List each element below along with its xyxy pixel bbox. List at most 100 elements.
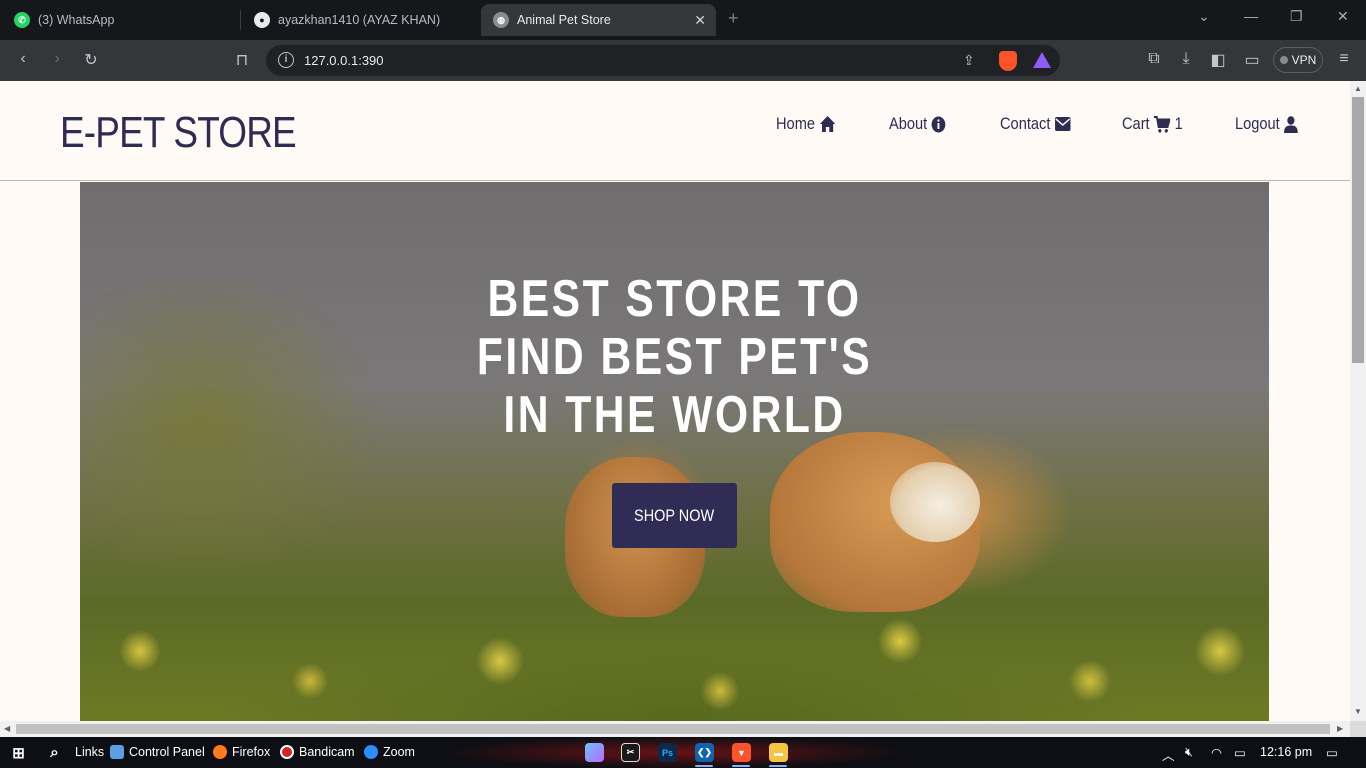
- file-explorer-icon[interactable]: ▬: [769, 743, 788, 762]
- forward-icon[interactable]: ›: [46, 50, 68, 68]
- windows-start-icon[interactable]: ⊞: [9, 743, 28, 762]
- cart-count-badge: 1: [1174, 114, 1183, 133]
- browser-toolbar: ‹ › ↻ ⊓ i 127.0.0.1:390 ⇪ ⧉ ⤓ ◧ ▭ VPN ≡: [0, 40, 1366, 81]
- globe-icon: ◍: [493, 12, 509, 28]
- volume-muted-icon[interactable]: 🔇︎: [1185, 745, 1193, 760]
- taskbar-bandicam[interactable]: Bandicam: [280, 745, 355, 759]
- hero-image-flowers: [80, 531, 1269, 721]
- tab-title: (3) WhatsApp: [38, 13, 115, 27]
- hero-image-dog-face: [890, 462, 980, 542]
- wallet-icon[interactable]: ▭: [1241, 50, 1263, 70]
- nav-contact[interactable]: Contact: [1000, 114, 1071, 134]
- download-icon[interactable]: ⤓: [1175, 50, 1197, 68]
- whatsapp-icon: ✆: [14, 12, 30, 28]
- new-tab-button[interactable]: +: [728, 8, 739, 29]
- tab-github[interactable]: ● ayazkhan1410 (AYAZ KHAN): [242, 4, 478, 36]
- tab-title: ayazkhan1410 (AYAZ KHAN): [278, 13, 441, 27]
- horizontal-scroll-thumb[interactable]: [16, 724, 1330, 734]
- brave-rewards-icon[interactable]: [1033, 52, 1051, 68]
- nav-about[interactable]: About: [889, 114, 946, 134]
- minimize-icon[interactable]: —: [1244, 8, 1258, 24]
- tab-divider: [240, 10, 241, 30]
- vpn-button[interactable]: VPN: [1273, 47, 1323, 73]
- taskbar-control-panel-label: Control Panel: [129, 745, 205, 759]
- taskbar-firefox[interactable]: Firefox: [213, 745, 270, 759]
- horizontal-scrollbar[interactable]: ◀ ▶: [0, 721, 1350, 737]
- hero-title-line: BEST STORE TO: [487, 270, 862, 328]
- home-icon: [820, 116, 836, 132]
- notifications-icon[interactable]: ▭: [1326, 745, 1338, 760]
- nav-home[interactable]: Home: [776, 114, 837, 134]
- search-icon[interactable]: ⌕: [45, 743, 64, 762]
- show-hidden-icons-chevron-icon[interactable]: ︿: [1162, 745, 1175, 764]
- url-text[interactable]: 127.0.0.1:390: [304, 53, 384, 68]
- back-icon[interactable]: ‹: [12, 50, 34, 68]
- copilot-icon[interactable]: [585, 743, 604, 762]
- taskbar-zoom-label: Zoom: [383, 745, 415, 759]
- scrollbar-corner: [1350, 721, 1366, 737]
- vpn-label: VPN: [1291, 53, 1317, 67]
- sidebar-icon[interactable]: ◧: [1207, 50, 1229, 70]
- cart-icon: [1153, 115, 1171, 133]
- scroll-up-icon[interactable]: ▲: [1354, 84, 1362, 93]
- tab-title: Animal Pet Store: [517, 13, 611, 27]
- vscode-running-indicator: [695, 765, 713, 767]
- nav-cart[interactable]: Cart 1: [1122, 114, 1183, 134]
- info-icon: [931, 116, 946, 132]
- taskbar-links-label: Links: [75, 745, 105, 759]
- reload-icon[interactable]: ↻: [80, 50, 102, 70]
- explorer-running-indicator: [769, 765, 787, 767]
- vpn-status-icon: [1279, 56, 1288, 64]
- taskbar-control-panel[interactable]: Control Panel: [110, 745, 205, 759]
- brave-running-indicator: [732, 765, 750, 767]
- hero-banner: BEST STORE TO FIND BEST PET'S IN THE WOR…: [80, 182, 1269, 721]
- scroll-right-icon[interactable]: ▶: [1337, 724, 1343, 733]
- tab-search-chevron-icon[interactable]: ⌄: [1198, 8, 1210, 25]
- tab-whatsapp[interactable]: ✆ (3) WhatsApp: [2, 4, 234, 36]
- taskbar-bandicam-label: Bandicam: [299, 745, 355, 759]
- nav-cart-label: Cart: [1122, 114, 1150, 133]
- vscode-icon[interactable]: ❮❯: [695, 743, 714, 762]
- scroll-left-icon[interactable]: ◀: [4, 724, 10, 733]
- envelope-icon: [1054, 117, 1071, 131]
- photoshop-icon[interactable]: Ps: [658, 743, 677, 762]
- bandicam-icon: [280, 745, 294, 759]
- page-viewport: E-PET STORE Home About Contact Cart 1 Lo…: [0, 81, 1350, 721]
- user-icon: [1284, 115, 1298, 133]
- share-icon[interactable]: ⇪: [963, 52, 975, 69]
- nav-home-label: Home: [776, 114, 816, 133]
- nav-logout-label: Logout: [1235, 114, 1280, 133]
- site-info-icon[interactable]: i: [278, 52, 294, 68]
- brave-shields-icon[interactable]: [999, 51, 1017, 71]
- taskbar-firefox-label: Firefox: [232, 745, 271, 759]
- close-tab-icon[interactable]: ✕: [694, 12, 706, 29]
- browser-tab-bar: ✆ (3) WhatsApp ● ayazkhan1410 (AYAZ KHAN…: [0, 0, 1366, 40]
- shop-now-button[interactable]: SHOP NOW: [612, 483, 737, 548]
- control-panel-icon: [110, 745, 124, 759]
- vertical-scrollbar[interactable]: ▲ ▼: [1350, 81, 1366, 721]
- vertical-scroll-thumb[interactable]: [1352, 97, 1364, 363]
- nav-about-label: About: [889, 114, 928, 133]
- wifi-icon[interactable]: ◠: [1211, 745, 1222, 760]
- capcut-icon[interactable]: ✂: [621, 743, 640, 762]
- taskbar-links[interactable]: Links: [75, 745, 104, 759]
- address-bar[interactable]: i 127.0.0.1:390 ⇪: [266, 45, 1060, 76]
- battery-icon[interactable]: ▭: [1234, 745, 1246, 760]
- bookmark-icon[interactable]: ⊓: [231, 50, 253, 70]
- taskbar-zoom[interactable]: Zoom: [364, 745, 415, 759]
- close-window-icon[interactable]: ✕: [1337, 8, 1349, 25]
- scroll-down-icon[interactable]: ▼: [1354, 707, 1362, 716]
- clock-time[interactable]: 12:16 pm: [1260, 745, 1312, 759]
- zoom-icon: [364, 745, 378, 759]
- brave-icon[interactable]: ▼: [732, 743, 751, 762]
- nav-logout[interactable]: Logout: [1235, 114, 1298, 134]
- tab-animal-pet-store[interactable]: ◍ Animal Pet Store ✕: [481, 4, 716, 36]
- extensions-icon[interactable]: ⧉: [1143, 50, 1165, 68]
- firefox-icon: [213, 745, 227, 759]
- restore-icon[interactable]: ❐: [1290, 8, 1303, 25]
- shop-now-label: SHOP NOW: [634, 505, 715, 525]
- site-header: E-PET STORE Home About Contact Cart 1 Lo…: [0, 81, 1350, 181]
- menu-icon[interactable]: ≡: [1333, 50, 1355, 68]
- nav-contact-label: Contact: [1000, 114, 1051, 133]
- brand-logo[interactable]: E-PET STORE: [60, 108, 297, 158]
